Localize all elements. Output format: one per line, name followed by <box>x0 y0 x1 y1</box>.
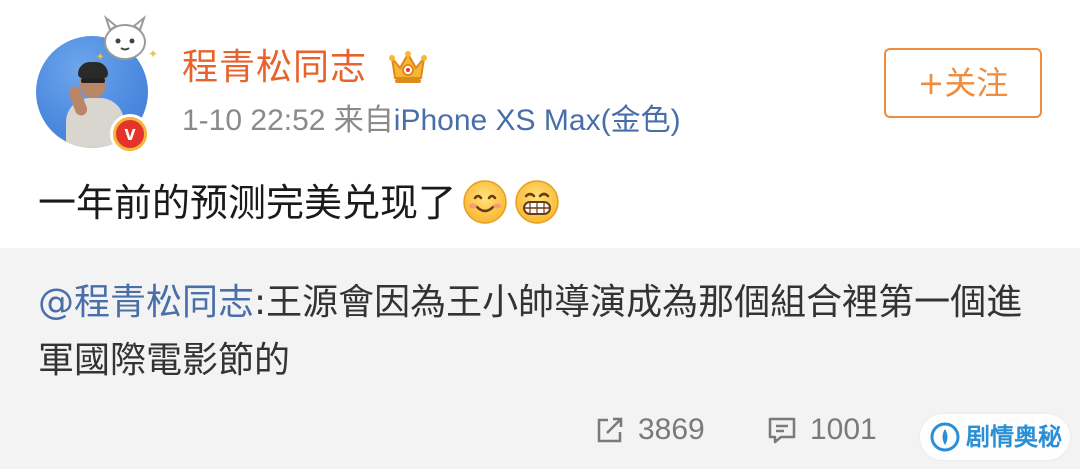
post-timestamp: 1-10 22:52 <box>182 104 326 137</box>
repost-mention-link[interactable]: @程青松同志 <box>38 282 254 323</box>
username[interactable]: 程青松同志 <box>182 46 367 90</box>
crown-member-icon[interactable] <box>388 48 428 86</box>
post-meta: 1-10 22:52 来自iPhone XS Max(金色) <box>182 101 681 141</box>
comment-button[interactable]: 1001 <box>766 410 877 450</box>
watermark: 剧情奥秘 <box>920 414 1070 460</box>
grin-emoji-icon <box>515 179 559 224</box>
post-text: 一年前的预测完美兑现了 <box>38 181 457 225</box>
follow-button[interactable]: +关注 <box>884 48 1042 118</box>
svg-text:✦: ✦ <box>148 47 158 61</box>
svg-text:✦: ✦ <box>96 52 104 63</box>
comment-icon <box>768 417 796 444</box>
share-count: 3869 <box>638 413 705 446</box>
repost-separator: : <box>254 282 267 323</box>
share-icon <box>597 417 623 443</box>
watermark-logo-icon <box>930 422 960 452</box>
share-button[interactable]: 3869 <box>594 410 705 450</box>
action-bar: 3869 1001 2741 <box>0 402 1080 458</box>
source-prefix: 来自 <box>333 104 394 137</box>
comment-count: 1001 <box>810 413 877 446</box>
avatar-pendant-icon: ✦ ✦ <box>96 15 158 63</box>
watermark-text: 剧情奥秘 <box>966 423 1062 451</box>
post-header-area: ✦ ✦ v 程青松同志 1-10 22:52 来自iPhone XS Max(金… <box>0 0 1080 248</box>
post-source[interactable]: iPhone XS Max(金色) <box>394 104 681 137</box>
post-body: 一年前的预测完美兑现了 <box>38 178 560 229</box>
smile-emoji-icon <box>463 179 507 224</box>
repost-text: @程青松同志:王源會因為王小帥導演成為那個組合裡第一個進軍國際電影節的 <box>38 274 1048 390</box>
verified-badge-icon: v <box>110 114 150 154</box>
